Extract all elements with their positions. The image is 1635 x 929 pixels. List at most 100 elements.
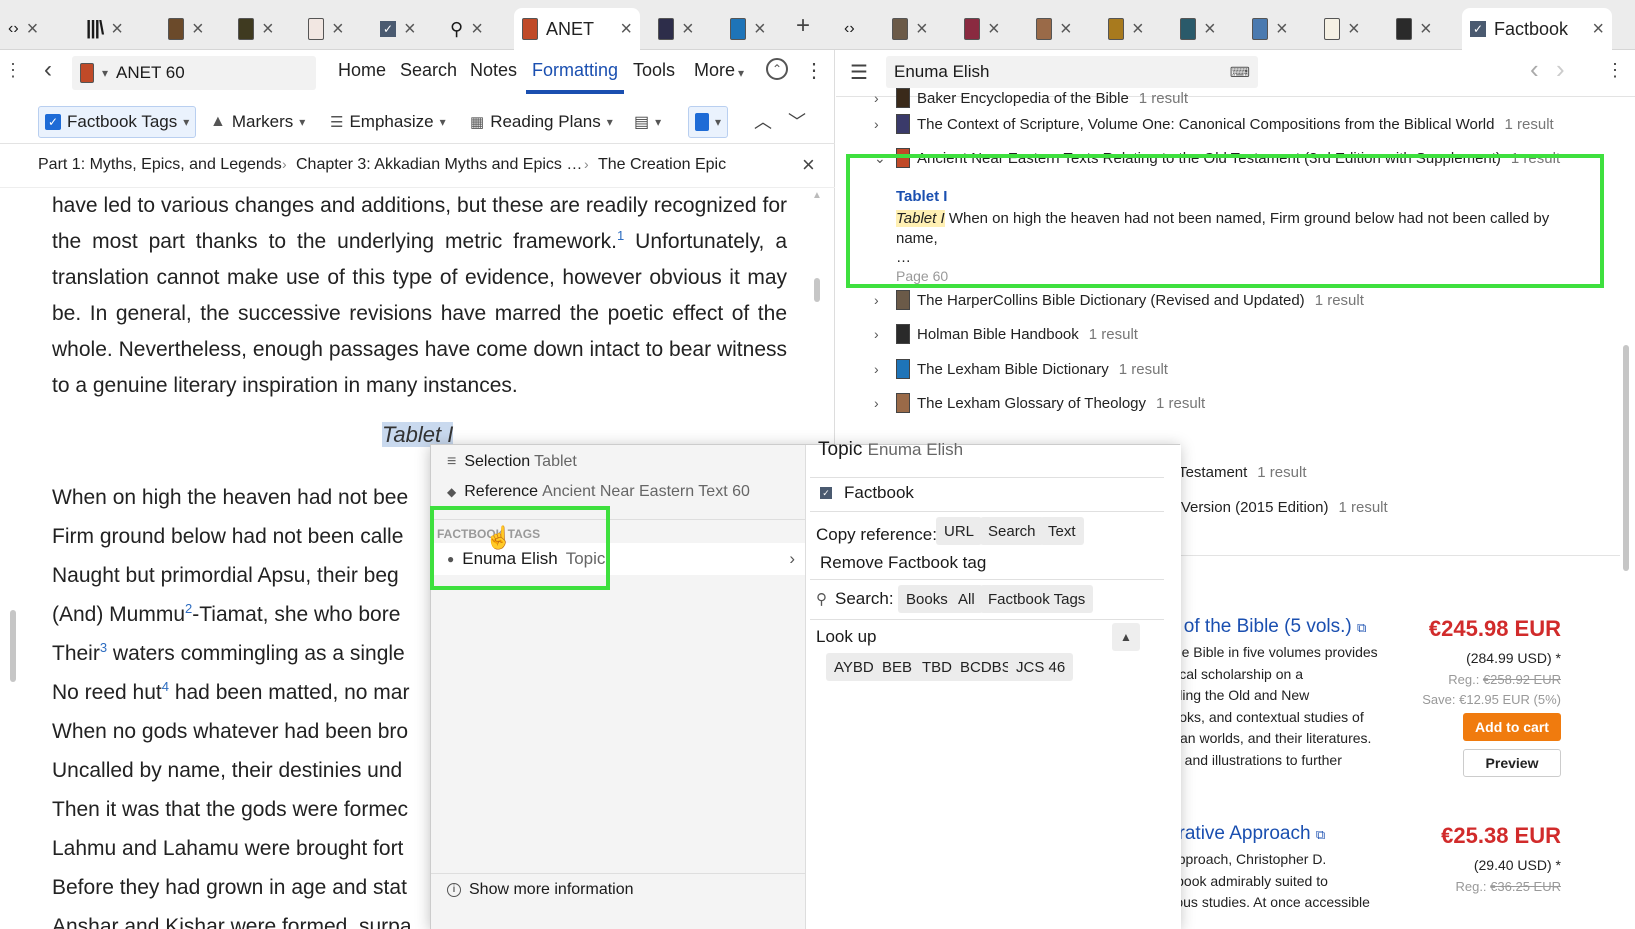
close-icon[interactable]: × [988, 19, 1000, 39]
remove-factbook-tag-button[interactable]: Remove Factbook tag [820, 553, 986, 573]
close-icon[interactable]: × [262, 19, 274, 39]
close-icon[interactable]: × [1348, 19, 1360, 39]
search-factbook-tags-button[interactable]: Factbook Tags [980, 585, 1094, 613]
tab-book[interactable]: × [230, 8, 282, 50]
panel-menu-icon[interactable]: ⋮ [4, 60, 22, 81]
result-row[interactable]: › The Lexham Bible Dictionary 1 result [836, 351, 1626, 387]
search-books-button[interactable]: Books [898, 585, 956, 613]
resource-selector[interactable]: ▾ ANET 60 [72, 56, 316, 90]
tab-book[interactable]: × [1100, 8, 1152, 50]
highlight-layer-button[interactable]: ▾ [688, 106, 729, 138]
menu-search[interactable]: Search [400, 60, 457, 81]
add-to-cart-button[interactable]: Add to cart [1463, 713, 1561, 741]
footnote-marker[interactable]: 3 [100, 640, 107, 655]
tab-search[interactable]: ⚲ × [442, 8, 491, 50]
chevron-right-icon[interactable]: › [874, 326, 879, 342]
close-icon[interactable]: × [1276, 19, 1288, 39]
reading-plans-button[interactable]: ▦ Reading Plans ▾ [464, 106, 619, 138]
result-row[interactable]: › The Lexham Glossary of Theology 1 result [836, 385, 1626, 421]
close-icon[interactable]: × [332, 19, 344, 39]
chevron-right-icon[interactable]: › [874, 361, 879, 377]
close-icon[interactable]: × [620, 19, 632, 39]
tab-book[interactable]: × [1244, 8, 1296, 50]
close-icon[interactable]: × [1420, 19, 1432, 39]
menu-more[interactable]: More [694, 60, 735, 81]
result-row[interactable]: › Baker Encyclopedia of the Bible 1 result [836, 88, 1626, 108]
tab-book[interactable]: × [1316, 8, 1368, 50]
close-icon[interactable]: × [192, 19, 204, 39]
forward-icon[interactable]: › [1556, 54, 1565, 85]
close-icon[interactable]: × [111, 19, 123, 39]
breadcrumb-item[interactable]: Chapter 3: Akkadian Myths and Epics … [296, 156, 582, 174]
close-icon[interactable]: × [1060, 19, 1072, 39]
breadcrumb-item[interactable]: Part 1: Myths, Epics, and Legends [38, 156, 282, 174]
result-row[interactable]: › Holman Bible Handbook 1 result [836, 316, 1626, 352]
search-all-button[interactable]: All [950, 585, 983, 613]
menu-home[interactable]: Home [338, 60, 386, 81]
scrollbar-thumb[interactable] [814, 278, 820, 302]
chevron-down-icon[interactable]: ﹀ [788, 108, 806, 134]
tab-book[interactable]: × [956, 8, 1008, 50]
copy-url-button[interactable]: URL [936, 517, 983, 545]
back-icon[interactable]: ‹ [1530, 54, 1539, 85]
chevron-right-icon[interactable]: › [874, 90, 879, 106]
close-icon[interactable]: × [1204, 19, 1216, 39]
chevron-right-icon[interactable]: › [874, 292, 879, 308]
footnote-marker[interactable]: 4 [162, 679, 169, 694]
tab-factbook-small[interactable]: ✓ × [372, 8, 424, 50]
result-row[interactable]: › The Context of Scripture, Volume One: C… [836, 106, 1626, 142]
close-icon[interactable]: × [754, 19, 766, 39]
copy-search-button[interactable]: Search [980, 517, 1044, 545]
tab-book[interactable]: × [722, 8, 774, 50]
factbook-tags-button[interactable]: ✓ Factbook Tags ▾ [38, 106, 197, 138]
lookup-jcs-button[interactable]: JCS 46 [1008, 653, 1074, 681]
notes-layer-button[interactable]: ▤ ▾ [628, 106, 667, 138]
factbook-search-input[interactable]: Enuma Elish ⌨ [886, 56, 1258, 88]
tab-book[interactable]: × [160, 8, 212, 50]
menu-formatting[interactable]: Formatting [532, 60, 618, 81]
scrollbar-thumb[interactable] [10, 610, 16, 682]
more-options-icon[interactable]: ⋮ [804, 58, 824, 83]
chevron-right-icon[interactable]: › [874, 116, 879, 132]
more-options-icon[interactable]: ⋮ [1606, 60, 1624, 81]
markers-button[interactable]: ▲ Markers ▾ [204, 106, 311, 138]
tab-anet[interactable]: ANET × [514, 8, 640, 50]
menu-tools[interactable]: Tools [633, 60, 675, 81]
keyboard-icon[interactable]: ⌨ [1230, 64, 1250, 81]
menu-notes[interactable]: Notes [470, 60, 517, 81]
tab-book[interactable]: × [1028, 8, 1080, 50]
tab-factbook[interactable]: ✓ Factbook × [1462, 8, 1612, 50]
tab-book[interactable]: × [650, 8, 702, 50]
close-icon[interactable]: × [1132, 19, 1144, 39]
close-icon[interactable]: × [916, 19, 928, 39]
selection-row[interactable]: ≡ Selection Tablet [447, 453, 577, 471]
tab-book[interactable]: × [1388, 8, 1440, 50]
tab-nav[interactable]: ‹› [836, 8, 863, 50]
tab-library[interactable]: |||\ × [78, 8, 131, 50]
close-icon[interactable]: × [471, 19, 483, 39]
tab-library-nav[interactable]: ‹› × [0, 8, 46, 50]
back-icon[interactable]: ‹ [44, 56, 52, 84]
sync-icon[interactable]: ⌃ [766, 58, 788, 80]
close-icon[interactable]: × [682, 19, 694, 39]
tab-book[interactable]: × [300, 8, 352, 50]
scroll-up-icon[interactable]: ▲ [812, 190, 822, 202]
chevron-up-icon[interactable]: ︿ [754, 108, 772, 134]
emphasize-button[interactable]: ☰ Emphasize ▾ [324, 106, 452, 138]
close-icon[interactable]: × [802, 152, 815, 178]
collapse-icon[interactable]: ▲ [1112, 623, 1140, 651]
reference-row[interactable]: ◆ Reference Ancient Near Eastern Text 60 [447, 483, 750, 501]
new-tab-icon[interactable]: + [796, 12, 810, 40]
hamburger-icon[interactable]: ☰ [850, 60, 868, 85]
tab-book[interactable]: × [884, 8, 936, 50]
tab-book[interactable]: × [1172, 8, 1224, 50]
close-icon[interactable]: × [27, 19, 39, 39]
breadcrumb-item[interactable]: The Creation Epic [598, 156, 726, 174]
close-icon[interactable]: × [1592, 19, 1604, 39]
preview-button[interactable]: Preview [1463, 749, 1561, 777]
show-more-row[interactable]: i Show more information [447, 881, 634, 899]
copy-text-button[interactable]: Text [1040, 517, 1084, 545]
factbook-link[interactable]: ✓ Factbook [820, 483, 914, 503]
close-icon[interactable]: × [404, 19, 416, 39]
chevron-right-icon[interactable]: › [874, 395, 879, 411]
